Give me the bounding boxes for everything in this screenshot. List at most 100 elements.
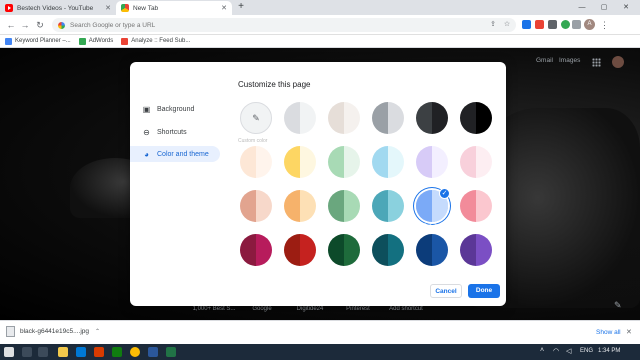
download-item[interactable]: black-g6441e19c5....jpg ⌃ — [6, 326, 100, 337]
close-window-icon[interactable]: ✕ — [618, 0, 634, 15]
apps-grid-icon[interactable] — [592, 58, 601, 67]
minimize-icon[interactable]: — — [574, 0, 590, 15]
tab-title: Bestech Videos - YouTube — [17, 4, 94, 12]
nav-color-and-theme[interactable]: ◕ Color and theme — [130, 146, 220, 162]
color-swatch[interactable] — [284, 146, 316, 178]
youtube-icon — [5, 4, 13, 12]
color-swatch[interactable] — [328, 146, 360, 178]
images-link[interactable]: Images — [559, 57, 580, 64]
extension-icon[interactable] — [561, 20, 570, 29]
color-swatch[interactable] — [328, 190, 360, 222]
color-swatch[interactable]: ✓ — [416, 188, 450, 222]
bookmark-item[interactable]: Keyword Planner –... — [5, 37, 71, 45]
palette-icon: ◕ — [144, 149, 149, 159]
done-button[interactable]: Done — [468, 284, 500, 298]
checkmark-icon: ✓ — [439, 188, 450, 199]
show-all-link[interactable]: Show all — [596, 329, 621, 336]
search-icon[interactable] — [22, 347, 32, 357]
windows-start-icon[interactable] — [4, 347, 14, 357]
extension-icon[interactable] — [522, 20, 531, 29]
excel-icon[interactable] — [166, 347, 176, 357]
edge-icon[interactable] — [76, 347, 86, 357]
share-icon[interactable]: ⇪ — [488, 18, 498, 32]
word-icon[interactable] — [148, 347, 158, 357]
menu-kebab-icon[interactable]: ⋮ — [600, 18, 609, 32]
back-icon[interactable]: ← — [5, 18, 17, 32]
color-swatch[interactable] — [372, 102, 404, 134]
forward-icon[interactable]: → — [19, 18, 31, 32]
color-swatch[interactable] — [284, 234, 316, 266]
app-icon[interactable] — [94, 347, 104, 357]
gmail-link[interactable]: Gmail — [536, 57, 553, 64]
swatch-row: ✎ — [240, 102, 492, 134]
clock[interactable]: 1:34 PM — [598, 348, 620, 354]
shortcut-label[interactable]: Digitide24 — [286, 306, 334, 312]
bookmarks-bar: Keyword Planner –... AdWords Analyze :: … — [0, 35, 640, 48]
bookmark-label: Keyword Planner –... — [15, 38, 71, 44]
customize-pencil-icon[interactable]: ✎ — [614, 300, 622, 311]
puzzle-icon[interactable] — [572, 20, 581, 29]
shortcut-label[interactable]: Google — [238, 306, 286, 312]
address-input[interactable] — [70, 21, 450, 29]
chevron-up-icon[interactable]: ⌃ — [95, 328, 100, 335]
color-swatch[interactable] — [416, 234, 448, 266]
adwords-icon — [78, 37, 86, 45]
tray-up-icon[interactable]: ˄ — [540, 347, 544, 354]
maximize-icon[interactable]: ▢ — [596, 0, 612, 15]
swatch-row — [240, 146, 492, 178]
shortcut-label[interactable]: 1,000+ Best S... — [190, 306, 238, 312]
color-swatch[interactable] — [372, 146, 404, 178]
color-swatch[interactable] — [372, 190, 404, 222]
profile-avatar[interactable]: A — [584, 19, 595, 30]
custom-color-swatch[interactable]: ✎ — [240, 102, 272, 134]
network-icon[interactable]: ◠ — [553, 347, 559, 355]
color-swatch[interactable] — [240, 190, 272, 222]
eyedropper-icon: ✎ — [252, 112, 260, 123]
color-swatch[interactable] — [328, 102, 360, 134]
tab-new-tab[interactable]: New Tab ✕ — [116, 1, 232, 15]
volume-icon[interactable]: ◁ — [566, 347, 571, 355]
nav-shortcuts[interactable]: ⊖ Shortcuts — [130, 124, 220, 140]
nav-label: Shortcuts — [157, 128, 187, 136]
tab-strip: Bestech Videos - YouTube ✕ New Tab ✕ + —… — [0, 0, 640, 15]
task-view-icon[interactable] — [38, 347, 48, 357]
color-swatch[interactable] — [328, 234, 360, 266]
color-swatch[interactable] — [460, 234, 492, 266]
color-swatch[interactable] — [240, 146, 272, 178]
shortcut-label[interactable]: Pinterest — [334, 306, 382, 312]
color-swatch[interactable] — [460, 102, 492, 134]
color-swatch[interactable] — [460, 190, 492, 222]
new-tab-button[interactable]: + — [235, 1, 247, 13]
tab-title: New Tab — [133, 4, 159, 12]
language-indicator[interactable]: ENG — [580, 348, 593, 354]
close-tab-icon[interactable]: ✕ — [105, 4, 111, 12]
cancel-button[interactable]: Cancel — [430, 284, 462, 298]
shortcut-label[interactable]: Add shortcut — [382, 306, 430, 312]
bookmark-item[interactable]: Analyze :: Feed Sub... — [121, 37, 190, 45]
close-icon[interactable]: ✕ — [626, 328, 632, 336]
file-explorer-icon[interactable] — [58, 347, 68, 357]
browser-toolbar: ← → ↻ ⇪ ☆ A ⋮ — [0, 15, 640, 35]
chrome-taskbar-icon[interactable] — [130, 347, 140, 357]
app-icon[interactable] — [112, 347, 122, 357]
color-swatch[interactable] — [416, 146, 448, 178]
avatar[interactable] — [612, 56, 624, 68]
extension-icon[interactable] — [548, 20, 557, 29]
swatch-row: ✓ — [240, 188, 492, 222]
color-swatch[interactable] — [372, 234, 404, 266]
color-swatch[interactable] — [284, 102, 316, 134]
bookmark-item[interactable]: AdWords — [78, 37, 113, 45]
tab-youtube[interactable]: Bestech Videos - YouTube ✕ — [0, 1, 116, 15]
color-swatch[interactable] — [284, 190, 316, 222]
nav-background[interactable]: ▣ Background — [130, 101, 220, 117]
reload-icon[interactable]: ↻ — [34, 18, 46, 32]
omnibox[interactable]: ⇪ ☆ — [52, 18, 516, 32]
extension-icon[interactable] — [535, 20, 544, 29]
close-tab-icon[interactable]: ✕ — [221, 4, 227, 12]
color-swatch[interactable] — [240, 234, 272, 266]
color-swatch[interactable] — [416, 102, 448, 134]
windows-taskbar: ˄ ◠ ◁ ENG 1:34 PM — [0, 344, 640, 360]
bookmark-star-icon[interactable]: ☆ — [502, 18, 512, 32]
color-swatch[interactable] — [460, 146, 492, 178]
dialog-title: Customize this page — [238, 80, 311, 89]
